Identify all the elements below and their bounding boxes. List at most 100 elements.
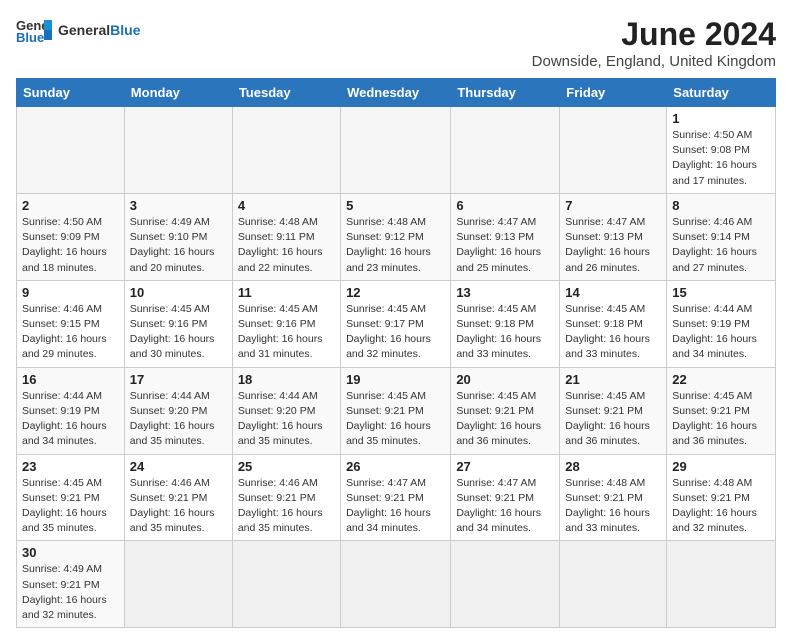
col-header-wednesday: Wednesday bbox=[341, 79, 451, 107]
calendar-cell: 22Sunrise: 4:45 AM Sunset: 9:21 PM Dayli… bbox=[667, 367, 776, 454]
day-number: 4 bbox=[238, 198, 335, 213]
calendar-cell: 25 Sunrise: 4:46 AM Sunset: 9:21 PM Dayli… bbox=[232, 454, 340, 541]
day-info: Sunrise: 4:45 AM Sunset: 9:18 PM Dayligh… bbox=[456, 302, 554, 363]
calendar-cell bbox=[232, 541, 340, 628]
calendar-cell: 13 Sunrise: 4:45 AM Sunset: 9:18 PM Dayli… bbox=[451, 280, 560, 367]
calendar-cell: 2 Sunrise: 4:50 AM Sunset: 9:09 PM Daylig… bbox=[17, 193, 125, 280]
day-info: Sunrise: 4:46 AM Sunset: 9:14 PM Dayligh… bbox=[672, 215, 770, 276]
calendar-cell bbox=[124, 107, 232, 194]
day-info: Sunrise: 4:44 AM Sunset: 9:19 PM Dayligh… bbox=[22, 389, 119, 450]
day-number: 18 bbox=[238, 372, 335, 387]
calendar-cell: 20Sunrise: 4:45 AM Sunset: 9:21 PM Dayli… bbox=[451, 367, 560, 454]
day-info: Sunrise: 4:45 AM Sunset: 9:18 PM Dayligh… bbox=[565, 302, 661, 363]
day-info: Sunrise: 4:44 AM Sunset: 9:20 PM Dayligh… bbox=[130, 389, 227, 450]
day-info: Sunrise: 4:50 AM Sunset: 9:08 PM Dayligh… bbox=[672, 128, 770, 189]
calendar-cell: 14 Sunrise: 4:45 AM Sunset: 9:18 PM Dayli… bbox=[560, 280, 667, 367]
day-number: 14 bbox=[565, 285, 661, 300]
day-info: Sunrise: 4:47 AM Sunset: 9:13 PM Dayligh… bbox=[565, 215, 661, 276]
day-info: Sunrise: 4:45 AM Sunset: 9:17 PM Dayligh… bbox=[346, 302, 445, 363]
day-number: 21 bbox=[565, 372, 661, 387]
col-header-sunday: Sunday bbox=[17, 79, 125, 107]
day-number: 13 bbox=[456, 285, 554, 300]
day-info: Sunrise: 4:46 AM Sunset: 9:15 PM Dayligh… bbox=[22, 302, 119, 363]
day-number: 27 bbox=[456, 459, 554, 474]
calendar-cell bbox=[451, 541, 560, 628]
calendar-cell: 9 Sunrise: 4:46 AM Sunset: 9:15 PM Daylig… bbox=[17, 280, 125, 367]
day-info: Sunrise: 4:48 AM Sunset: 9:11 PM Dayligh… bbox=[238, 215, 335, 276]
calendar-cell: 4 Sunrise: 4:48 AM Sunset: 9:11 PM Daylig… bbox=[232, 193, 340, 280]
day-number: 11 bbox=[238, 285, 335, 300]
month-title: June 2024 bbox=[532, 16, 776, 53]
day-info: Sunrise: 4:45 AM Sunset: 9:21 PM Dayligh… bbox=[346, 389, 445, 450]
calendar-cell bbox=[232, 107, 340, 194]
calendar-header: SundayMondayTuesdayWednesdayThursdayFrid… bbox=[17, 79, 776, 107]
calendar-cell bbox=[451, 107, 560, 194]
day-number: 17 bbox=[130, 372, 227, 387]
day-number: 2 bbox=[22, 198, 119, 213]
day-number: 3 bbox=[130, 198, 227, 213]
day-number: 24 bbox=[130, 459, 227, 474]
day-info: Sunrise: 4:49 AM Sunset: 9:21 PM Dayligh… bbox=[22, 562, 119, 623]
day-info: Sunrise: 4:50 AM Sunset: 9:09 PM Dayligh… bbox=[22, 215, 119, 276]
calendar-table: SundayMondayTuesdayWednesdayThursdayFrid… bbox=[16, 78, 776, 628]
day-number: 10 bbox=[130, 285, 227, 300]
day-number: 23 bbox=[22, 459, 119, 474]
day-number: 29 bbox=[672, 459, 770, 474]
day-info: Sunrise: 4:46 AM Sunset: 9:21 PM Dayligh… bbox=[238, 476, 335, 537]
day-number: 20 bbox=[456, 372, 554, 387]
calendar-cell: 15 Sunrise: 4:44 AM Sunset: 9:19 PM Dayli… bbox=[667, 280, 776, 367]
calendar-cell: 5 Sunrise: 4:48 AM Sunset: 9:12 PM Daylig… bbox=[341, 193, 451, 280]
calendar-cell: 11 Sunrise: 4:45 AM Sunset: 9:16 PM Dayli… bbox=[232, 280, 340, 367]
logo-icon: General Blue bbox=[16, 16, 52, 44]
day-number: 28 bbox=[565, 459, 661, 474]
calendar-cell bbox=[341, 107, 451, 194]
col-header-monday: Monday bbox=[124, 79, 232, 107]
day-number: 5 bbox=[346, 198, 445, 213]
calendar-cell: 21 Sunrise: 4:45 AM Sunset: 9:21 PM Dayli… bbox=[560, 367, 667, 454]
day-info: Sunrise: 4:45 AM Sunset: 9:16 PM Dayligh… bbox=[238, 302, 335, 363]
day-info: Sunrise: 4:44 AM Sunset: 9:20 PM Dayligh… bbox=[238, 389, 335, 450]
day-number: 12 bbox=[346, 285, 445, 300]
calendar-cell bbox=[667, 541, 776, 628]
calendar-cell: 3Sunrise: 4:49 AM Sunset: 9:10 PM Daylig… bbox=[124, 193, 232, 280]
day-info: Sunrise: 4:45 AM Sunset: 9:16 PM Dayligh… bbox=[130, 302, 227, 363]
calendar-cell: 23 Sunrise: 4:45 AM Sunset: 9:21 PM Dayli… bbox=[17, 454, 125, 541]
calendar-cell: 8 Sunrise: 4:46 AM Sunset: 9:14 PM Daylig… bbox=[667, 193, 776, 280]
title-area: June 2024 Downside, England, United King… bbox=[532, 16, 776, 70]
col-header-thursday: Thursday bbox=[451, 79, 560, 107]
day-number: 9 bbox=[22, 285, 119, 300]
day-info: Sunrise: 4:45 AM Sunset: 9:21 PM Dayligh… bbox=[22, 476, 119, 537]
calendar-cell: 19 Sunrise: 4:45 AM Sunset: 9:21 PM Dayli… bbox=[341, 367, 451, 454]
calendar-cell: 12 Sunrise: 4:45 AM Sunset: 9:17 PM Dayli… bbox=[341, 280, 451, 367]
logo-blue: Blue bbox=[110, 22, 140, 38]
col-header-friday: Friday bbox=[560, 79, 667, 107]
day-number: 19 bbox=[346, 372, 445, 387]
calendar-cell bbox=[341, 541, 451, 628]
calendar-cell: 27Sunrise: 4:47 AM Sunset: 9:21 PM Dayli… bbox=[451, 454, 560, 541]
day-info: Sunrise: 4:48 AM Sunset: 9:21 PM Dayligh… bbox=[672, 476, 770, 537]
day-info: Sunrise: 4:44 AM Sunset: 9:19 PM Dayligh… bbox=[672, 302, 770, 363]
calendar-cell bbox=[17, 107, 125, 194]
day-info: Sunrise: 4:47 AM Sunset: 9:13 PM Dayligh… bbox=[456, 215, 554, 276]
day-info: Sunrise: 4:45 AM Sunset: 9:21 PM Dayligh… bbox=[565, 389, 661, 450]
location: Downside, England, United Kingdom bbox=[532, 53, 776, 70]
day-number: 8 bbox=[672, 198, 770, 213]
day-number: 26 bbox=[346, 459, 445, 474]
logo: General Blue GeneralBlue bbox=[16, 16, 140, 44]
day-number: 16 bbox=[22, 372, 119, 387]
svg-text:Blue: Blue bbox=[16, 30, 44, 44]
calendar-cell: 28Sunrise: 4:48 AM Sunset: 9:21 PM Dayli… bbox=[560, 454, 667, 541]
calendar-cell: 30Sunrise: 4:49 AM Sunset: 9:21 PM Dayli… bbox=[17, 541, 125, 628]
calendar-cell: 18 Sunrise: 4:44 AM Sunset: 9:20 PM Dayli… bbox=[232, 367, 340, 454]
day-number: 15 bbox=[672, 285, 770, 300]
day-number: 25 bbox=[238, 459, 335, 474]
day-number: 7 bbox=[565, 198, 661, 213]
calendar-cell: 6Sunrise: 4:47 AM Sunset: 9:13 PM Daylig… bbox=[451, 193, 560, 280]
calendar-cell: 29 Sunrise: 4:48 AM Sunset: 9:21 PM Dayli… bbox=[667, 454, 776, 541]
calendar-cell: 16 Sunrise: 4:44 AM Sunset: 9:19 PM Dayli… bbox=[17, 367, 125, 454]
day-info: Sunrise: 4:46 AM Sunset: 9:21 PM Dayligh… bbox=[130, 476, 227, 537]
day-info: Sunrise: 4:48 AM Sunset: 9:12 PM Dayligh… bbox=[346, 215, 445, 276]
calendar-cell: 24 Sunrise: 4:46 AM Sunset: 9:21 PM Dayli… bbox=[124, 454, 232, 541]
calendar-cell: 10 Sunrise: 4:45 AM Sunset: 9:16 PM Dayli… bbox=[124, 280, 232, 367]
day-info: Sunrise: 4:47 AM Sunset: 9:21 PM Dayligh… bbox=[346, 476, 445, 537]
